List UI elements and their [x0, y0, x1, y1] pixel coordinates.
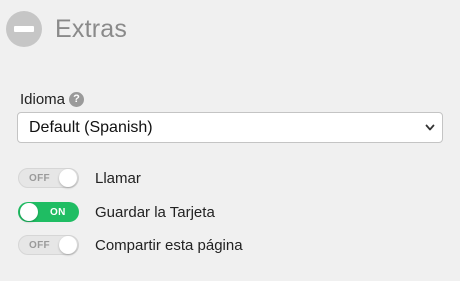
language-label-row: Idioma ? — [20, 91, 85, 108]
toggle-state-text: OFF — [29, 239, 50, 251]
call-toggle[interactable]: OFF — [18, 168, 79, 188]
language-select-value: Default (Spanish) — [29, 118, 153, 136]
toggle-row-llamar[interactable]: OFF Llamar — [18, 168, 141, 188]
toggle-state-text: ON — [50, 206, 66, 218]
help-icon[interactable]: ? — [69, 92, 85, 107]
toggle-row-compartir[interactable]: OFF Compartir esta página — [18, 235, 243, 255]
share-page-toggle[interactable]: OFF — [18, 235, 79, 255]
language-label: Idioma — [20, 91, 66, 108]
toggle-row-guardar-tarjeta[interactable]: ON Guardar la Tarjeta — [18, 202, 215, 222]
section-title: Extras — [55, 14, 128, 43]
toggle-knob — [59, 169, 77, 187]
collapse-icon[interactable] — [6, 11, 42, 47]
language-select[interactable]: Default (Spanish) — [17, 112, 443, 143]
toggle-label-compartir: Compartir esta página — [95, 236, 243, 254]
toggle-knob — [20, 203, 38, 221]
toggle-label-guardar-tarjeta: Guardar la Tarjeta — [95, 203, 215, 221]
toggle-label-llamar: Llamar — [95, 169, 141, 187]
toggle-knob — [59, 236, 77, 254]
chevron-down-icon — [425, 124, 435, 131]
toggle-state-text: OFF — [29, 172, 50, 184]
section-header: Extras — [6, 11, 127, 47]
save-card-toggle[interactable]: ON — [18, 202, 79, 222]
